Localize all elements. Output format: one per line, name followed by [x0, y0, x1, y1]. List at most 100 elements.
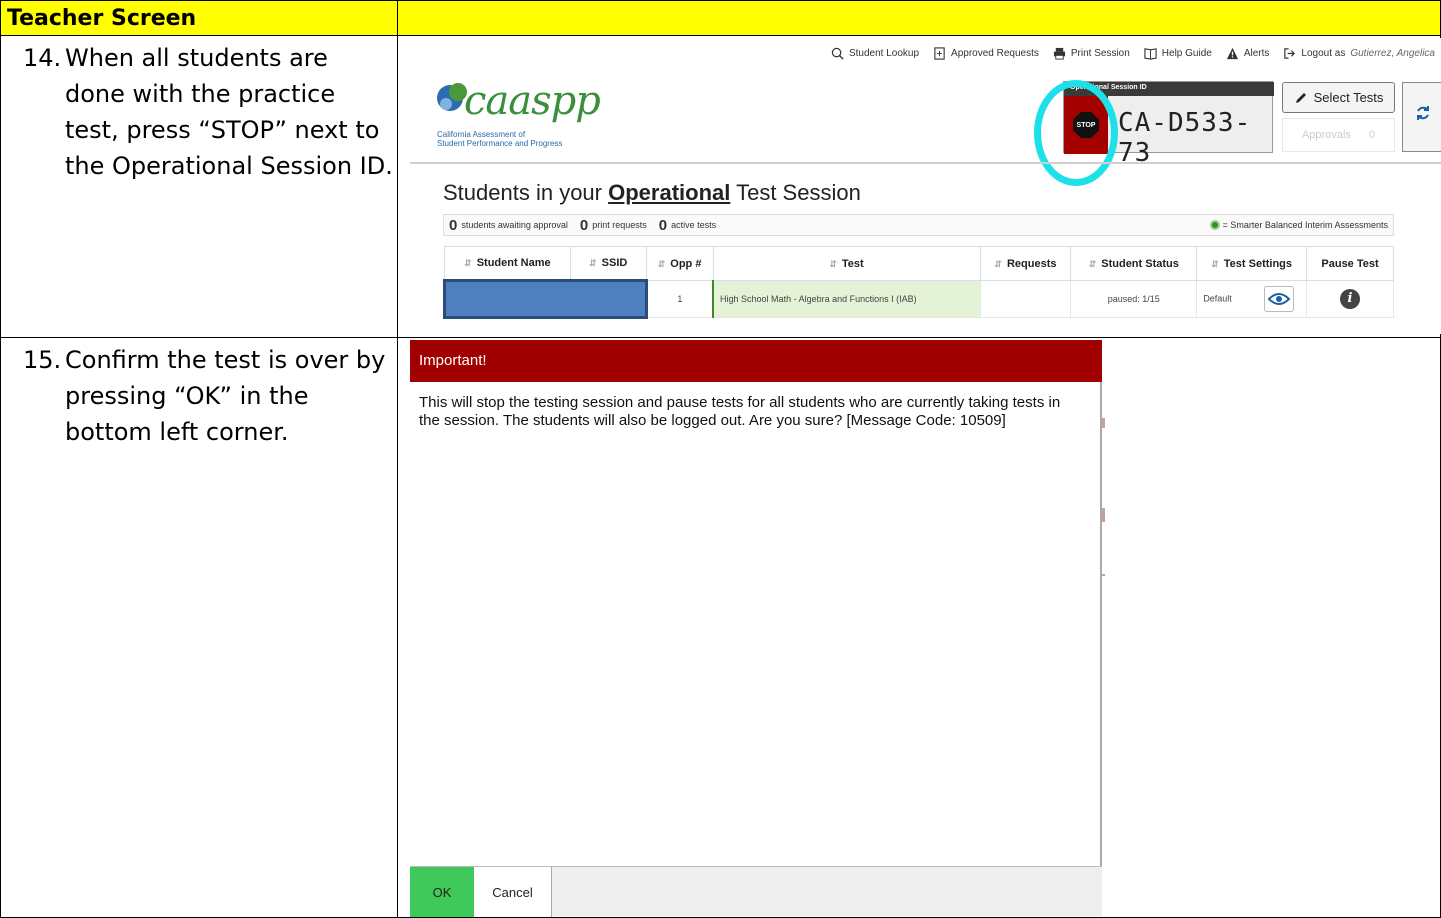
nav-help-guide[interactable]: Help Guide [1144, 44, 1212, 62]
dialog-title: Important! [410, 340, 1102, 382]
nav-print-session[interactable]: Print Session [1053, 44, 1130, 62]
refresh-button[interactable] [1402, 82, 1441, 152]
column-label: Requests [1006, 257, 1057, 270]
cancel-button[interactable]: Cancel [474, 867, 552, 917]
legend-label: = Smarter Balanced Interim Assessments [1222, 220, 1388, 230]
opp-cell: 1 [645, 280, 714, 318]
logo-subtitle-line: Student Performance and Progress [437, 139, 563, 148]
edge-mark [1102, 574, 1105, 576]
ok-button[interactable]: OK [410, 867, 474, 917]
column-label: Student Name [476, 257, 551, 269]
step-14-cell: 14. When all students are done with the … [0, 36, 398, 338]
sort-icon: ⇵ [994, 258, 1002, 269]
nav-label: Logout as [1301, 47, 1346, 59]
column-header-test-settings[interactable]: ⇵ Test Settings [1196, 246, 1308, 281]
header-cell-right [398, 0, 1441, 36]
awaiting-approval-count: 0 students awaiting approval [449, 217, 568, 234]
header-cell: Teacher Screen [0, 0, 398, 36]
edge-mark [1102, 508, 1105, 522]
nav-label: Help Guide [1161, 47, 1212, 59]
session-id: CA-D533-73 [1118, 108, 1252, 168]
column-header-student-status[interactable]: ⇵ Student Status [1070, 246, 1198, 281]
nav-logout[interactable]: Logout as Gutierrez, Angelica [1283, 44, 1435, 62]
nav-label: Approved Requests [951, 47, 1039, 59]
column-label: Student Status [1101, 257, 1179, 270]
student-name-redacted [443, 279, 648, 319]
sort-icon: ⇵ [589, 258, 597, 268]
title-text: Students in your [443, 180, 602, 205]
settings-value: Default [1203, 293, 1232, 304]
column-header-test[interactable]: ⇵ Test [712, 246, 981, 281]
active-tests-count: 0 active tests [659, 217, 716, 234]
view-settings-button[interactable] [1264, 286, 1295, 312]
select-tests-button[interactable]: Select Tests [1282, 82, 1395, 113]
sort-icon: ⇵ [1211, 258, 1219, 269]
count-label: students awaiting approval [461, 220, 568, 230]
column-header-pause-test: Pause Test [1306, 246, 1394, 281]
nav-approved-requests[interactable]: Approved Requests [933, 44, 1039, 62]
logout-icon [1284, 47, 1296, 59]
title-session-type: Operational [608, 180, 731, 205]
nav-label: Print Session [1070, 47, 1130, 59]
title-text: Test Session [736, 180, 861, 205]
legend-dot-icon [1209, 220, 1220, 230]
count: 0 [579, 216, 589, 234]
column-label: Opp # [670, 257, 702, 270]
refresh-icon [1416, 106, 1429, 120]
pencil-icon [1295, 92, 1306, 103]
top-navigation: Student Lookup Approved Requests Print S… [831, 44, 1435, 62]
column-label: SSID [601, 257, 628, 269]
test-name-cell: High School Math - Algebra and Functions… [712, 280, 981, 318]
book-icon [1144, 47, 1157, 60]
warning-icon [1226, 47, 1238, 59]
divider [410, 162, 1441, 164]
step-text: When all students are done with the prac… [65, 44, 393, 180]
logo-subtitle-line: California Assessment of [437, 130, 526, 139]
step-15-cell: 15. Confirm the test is over by pressing… [0, 338, 398, 918]
column-header-opp[interactable]: ⇵ Opp # [645, 246, 714, 281]
logo-subtitle: California Assessment of Student Perform… [437, 130, 562, 148]
count: 0 [658, 216, 668, 234]
sort-icon: ⇵ [1088, 258, 1097, 269]
table-row: 1 High School Math - Algebra and Functio… [443, 279, 1394, 319]
column-label: Test Settings [1223, 257, 1293, 270]
page-title: Students in your Operational Test Sessio… [443, 180, 861, 206]
logo-wordmark: caaspp [464, 78, 601, 124]
highlight-circle [1034, 80, 1118, 186]
edge-mark [1102, 418, 1105, 428]
sort-icon: ⇵ [464, 258, 472, 268]
dialog-message: This will stop the testing session and p… [419, 394, 1061, 429]
step-number: 14. [23, 44, 62, 72]
header-title: Teacher Screen [7, 6, 197, 31]
eye-icon [1267, 293, 1291, 305]
column-label: Test [841, 257, 864, 270]
column-header-student-name[interactable]: ⇵ Student Name [444, 246, 571, 281]
user-name: Gutierrez, Angelica [1350, 47, 1435, 59]
interim-legend: = Smarter Balanced Interim Assessments [1209, 220, 1388, 230]
requests-cell [979, 280, 1072, 318]
count-label: print requests [592, 220, 647, 230]
printer-icon [1053, 47, 1065, 60]
status-cell: paused: 1/15 [1070, 280, 1198, 318]
settings-cell: Default [1196, 280, 1308, 318]
step-text: Confirm the test is over by pressing “OK… [65, 346, 386, 446]
nav-label: Alerts [1243, 47, 1270, 59]
approvals-button[interactable]: Approvals 0 [1282, 118, 1395, 152]
select-tests-label: Select Tests [1313, 90, 1384, 105]
print-requests-count: 0 print requests [580, 217, 647, 234]
nav-student-lookup[interactable]: Student Lookup [831, 44, 919, 62]
approvals-label: Approvals [1301, 129, 1351, 141]
info-icon[interactable]: i [1340, 289, 1361, 309]
nav-alerts[interactable]: Alerts [1226, 44, 1270, 62]
column-header-ssid[interactable]: ⇵ SSID [569, 246, 647, 281]
approvals-count: 0 [1368, 129, 1376, 141]
count: 0 [449, 216, 458, 234]
confirm-dialog: Important! This will stop the testing se… [410, 340, 1102, 917]
column-label: Pause Test [1321, 257, 1379, 270]
column-header-requests[interactable]: ⇵ Requests [979, 246, 1072, 281]
pause-cell: i [1306, 280, 1394, 318]
background-edge [1102, 340, 1106, 916]
dialog-footer: OK Cancel [410, 866, 1102, 917]
sort-icon: ⇵ [829, 258, 837, 269]
search-icon [831, 47, 844, 60]
